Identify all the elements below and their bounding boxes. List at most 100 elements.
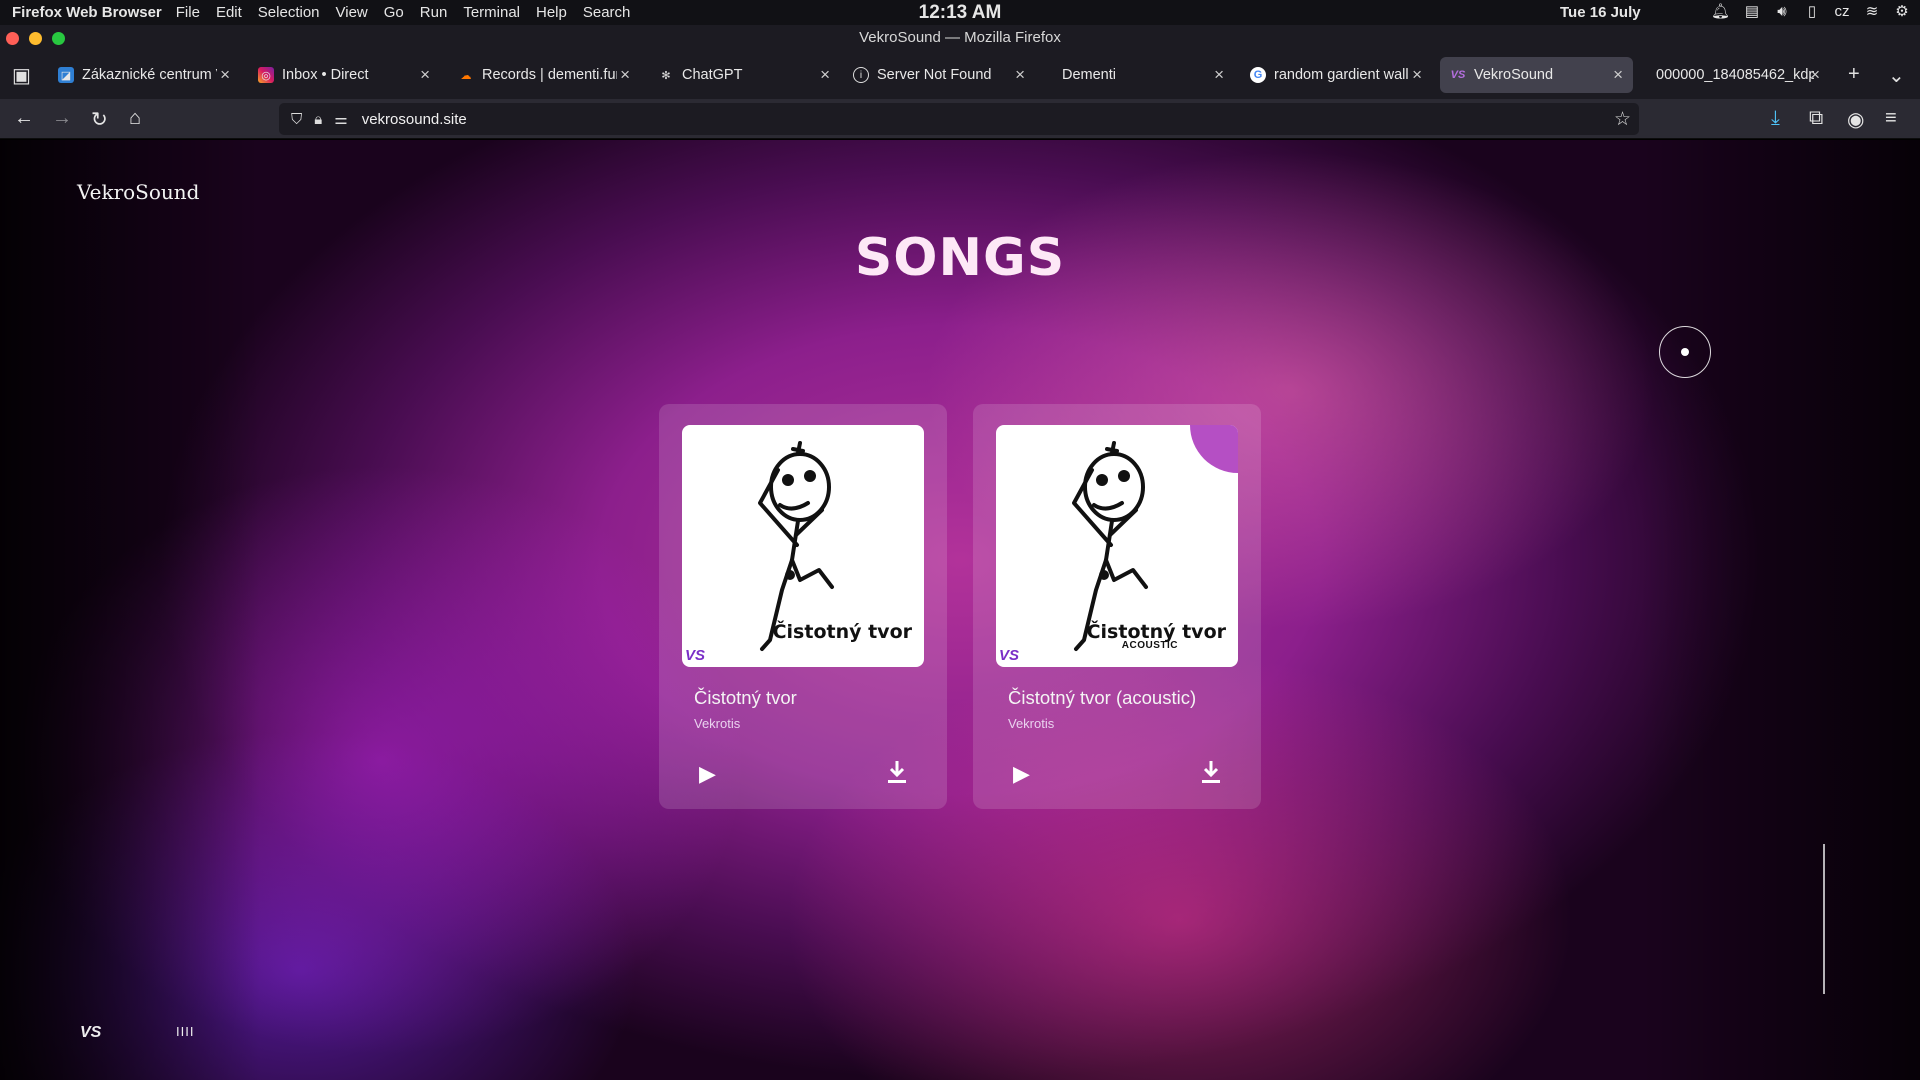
downloads-icon[interactable]: ⤓ [1771, 107, 1780, 130]
play-icon[interactable]: ▶ [699, 761, 716, 787]
extensions-icon[interactable]: ⧉ [1809, 107, 1823, 130]
app-name[interactable]: Firefox Web Browser [12, 4, 162, 21]
close-tab-icon[interactable]: × [1214, 65, 1224, 85]
tab-title: random gardient wallp [1274, 67, 1409, 83]
album-art[interactable]: Čistotný tvor VS [682, 425, 924, 667]
tab-title: Records | dementi.fun [482, 67, 617, 83]
song-card[interactable]: Čistotný tvor VS Čistotný tvor Vekrotis … [659, 404, 947, 809]
date[interactable]: Tue 16 July [1560, 4, 1641, 21]
settings-icon[interactable]: ⚙ [1894, 2, 1910, 20]
window-title: VekroSound — Mozilla Firefox [859, 29, 1061, 46]
tab-title: Zákaznické centrum V [82, 67, 217, 83]
url-bar[interactable]: ⛉ 🔒︎ ⚌ vekrosound.site ☆ [279, 103, 1639, 135]
cursor-dot [1681, 348, 1689, 356]
reload-icon[interactable]: ↻ [91, 107, 108, 132]
vs-logo: VS [685, 647, 706, 664]
cloud-favicon: ☁ [460, 69, 472, 82]
system-tray: 🔔︎ ▤ 🔊︎ ▯ cz ≋ ⚙ [1711, 2, 1910, 21]
menu-edit[interactable]: Edit [216, 4, 242, 21]
menu-run[interactable]: Run [420, 4, 448, 21]
vs-logo: VS [999, 647, 1020, 664]
home-icon[interactable]: ⌂ [129, 107, 141, 130]
hamburger-menu-icon[interactable]: ≡ [1885, 107, 1897, 130]
close-tab-icon[interactable]: × [420, 65, 430, 85]
chatgpt-favicon: ✻ [661, 69, 671, 82]
site-lock-icon[interactable]: 🔒︎ [314, 111, 322, 128]
tab-records-dementi[interactable]: ☁ Records | dementi.fun × [448, 57, 640, 93]
tab-vekrosound[interactable]: VS VekroSound × [1440, 57, 1633, 93]
clipboard-icon[interactable]: ▤ [1744, 2, 1760, 20]
close-tab-icon[interactable]: × [620, 65, 630, 85]
menu-selection[interactable]: Selection [258, 4, 320, 21]
tab-title: ChatGPT [682, 67, 743, 83]
os-top-bar: Firefox Web Browser File Edit Selection … [0, 0, 1920, 25]
close-tab-icon[interactable]: × [1810, 65, 1820, 85]
download-icon[interactable] [887, 759, 907, 785]
url-text[interactable]: vekrosound.site [362, 111, 467, 128]
album-art-subtitle: ACOUSTIC [1121, 640, 1178, 651]
list-all-tabs-icon[interactable]: ⌄ [1888, 63, 1905, 88]
tab-zakaznicke-centrum[interactable]: ◪ Zákaznické centrum V × [48, 57, 240, 93]
window-title-bar: VekroSound — Mozilla Firefox [0, 25, 1920, 51]
audio-visualizer-bars[interactable]: IIII [176, 1024, 194, 1039]
close-tab-icon[interactable]: × [820, 65, 830, 85]
download-icon[interactable] [1201, 759, 1221, 785]
maximize-window-button[interactable] [52, 32, 65, 45]
menu-search[interactable]: Search [583, 4, 631, 21]
page-viewport: VekroSound SONGS Čistotný tvor VS Čistot… [0, 140, 1920, 1080]
google-favicon: G [1250, 67, 1266, 83]
menu-terminal[interactable]: Terminal [463, 4, 520, 21]
instagram-favicon: ◎ [258, 67, 274, 83]
tracking-protection-shield-icon[interactable]: ⛉ [291, 111, 302, 128]
menu-help[interactable]: Help [536, 4, 567, 21]
song-title[interactable]: Čistotný tvor (acoustic) [1008, 687, 1196, 709]
menu-file[interactable]: File [176, 4, 200, 21]
menu-view[interactable]: View [336, 4, 368, 21]
album-art[interactable]: Čistotný tvor ACOUSTIC VS [996, 425, 1238, 667]
song-title[interactable]: Čistotný tvor [694, 687, 797, 709]
scroll-progress-line [1823, 844, 1825, 994]
menu-go[interactable]: Go [384, 4, 404, 21]
wifi-icon[interactable]: ≋ [1864, 2, 1880, 20]
song-artist[interactable]: Vekrotis [694, 716, 740, 731]
forward-arrow-icon[interactable]: → [52, 107, 72, 130]
tab-image-file[interactable]: 000000_184085462_kdp × [1638, 57, 1830, 93]
close-tab-icon[interactable]: × [1613, 65, 1623, 85]
info-favicon: i [853, 67, 869, 83]
bookmark-star-icon[interactable]: ☆ [1614, 108, 1631, 131]
keyboard-layout[interactable]: cz [1834, 3, 1850, 20]
close-tab-icon[interactable]: × [1412, 65, 1422, 85]
app-menu: File Edit Selection View Go Run Terminal… [176, 4, 631, 21]
tab-chatgpt[interactable]: ✻ ChatGPT × [648, 57, 840, 93]
minimize-window-button[interactable] [29, 32, 42, 45]
firefox-view-icon[interactable]: ▣ [12, 63, 31, 88]
battery-icon[interactable]: ▯ [1804, 2, 1820, 20]
tab-google-search[interactable]: G random gardient wallp × [1240, 57, 1432, 93]
close-window-button[interactable] [6, 32, 19, 45]
tab-instagram-inbox[interactable]: ◎ Inbox • Direct × [248, 57, 440, 93]
song-card[interactable]: Čistotný tvor ACOUSTIC VS Čistotný tvor … [973, 404, 1261, 809]
tab-title: Inbox • Direct [282, 67, 369, 83]
site-brand[interactable]: VekroSound [77, 180, 199, 204]
permissions-icon[interactable]: ⚌ [334, 110, 347, 128]
back-arrow-icon[interactable]: ← [14, 107, 34, 130]
window-controls [6, 32, 65, 45]
close-tab-icon[interactable]: × [1015, 65, 1025, 85]
new-tab-icon[interactable]: + [1848, 63, 1860, 86]
tab-title: Server Not Found [877, 67, 992, 83]
volume-icon[interactable]: 🔊︎ [1774, 3, 1790, 20]
tab-title: 000000_184085462_kdp [1656, 67, 1814, 83]
custom-cursor [1659, 326, 1711, 378]
footer-vs-logo[interactable]: VS [80, 1024, 101, 1042]
close-tab-icon[interactable]: × [220, 65, 230, 85]
notification-bell-icon[interactable]: 🔔︎ [1711, 2, 1730, 20]
tab-strip: ▣ ◪ Zákaznické centrum V × ◎ Inbox • Dir… [0, 51, 1920, 99]
play-icon[interactable]: ▶ [1013, 761, 1030, 787]
tab-title: VekroSound [1474, 67, 1554, 83]
tab-dementi[interactable]: Dementi × [1042, 57, 1234, 93]
navigation-toolbar: ← → ↻ ⌂ ⛉ 🔒︎ ⚌ vekrosound.site ☆ ⤓ ⧉ ◉ ≡ [0, 99, 1920, 139]
customer-center-favicon: ◪ [58, 67, 74, 83]
tab-server-not-found[interactable]: i Server Not Found × [843, 57, 1035, 93]
song-artist[interactable]: Vekrotis [1008, 716, 1054, 731]
account-icon[interactable]: ◉ [1847, 107, 1864, 132]
